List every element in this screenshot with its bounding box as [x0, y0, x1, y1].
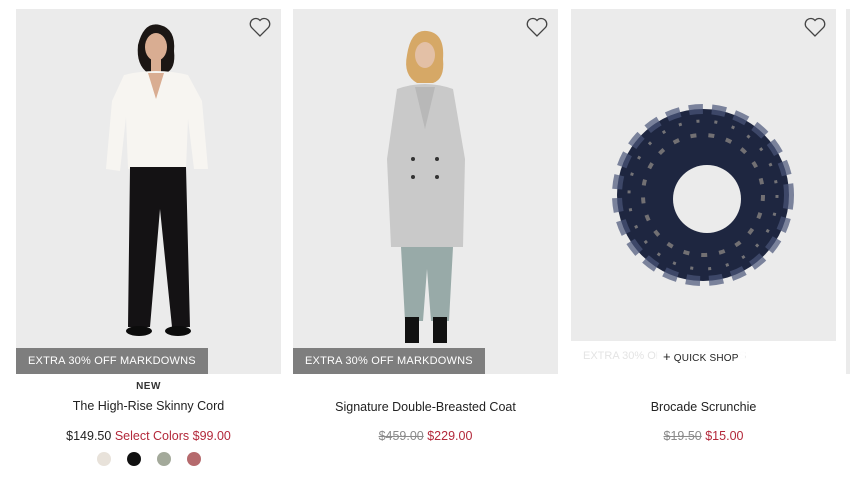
product-name[interactable]: Brocade Scrunchie [571, 400, 836, 414]
swatch-black[interactable] [126, 452, 141, 466]
promo-badge: EXTRA 30% OFF MARKDOWNS [293, 348, 485, 374]
model-photo [16, 9, 281, 374]
swatch-sage[interactable] [156, 452, 171, 466]
product-price: $149.50 Select Colors $99.00 [16, 429, 281, 443]
next-card-edge [846, 9, 850, 374]
wishlist-heart-icon[interactable] [803, 16, 827, 38]
model-photo [293, 9, 558, 374]
new-badge: NEW [136, 381, 161, 392]
price-original: $19.50 [663, 429, 702, 443]
promo-badge: EXTRA 30% OFF MARKDOWNS [16, 348, 208, 374]
swatch-ivory[interactable] [96, 452, 111, 466]
scrunchie-photo [571, 9, 836, 341]
product-card-scrunchie[interactable]: EXTRA 30% OFF MARKDOWNS +QUICK SHOP Broc… [571, 9, 836, 443]
price-sale: $15.00 [705, 429, 744, 443]
plus-icon: + [663, 349, 671, 364]
price-regular: $149.50 [66, 429, 112, 443]
product-card-coat[interactable]: EXTRA 30% OFF MARKDOWNS Signature Double… [293, 9, 558, 443]
wishlist-heart-icon[interactable] [248, 16, 272, 38]
product-card-skinny-cord[interactable]: EXTRA 30% OFF MARKDOWNS NEW The High-Ris… [16, 9, 281, 466]
product-price: $19.50 $15.00 [571, 429, 836, 443]
price-original: $459.00 [378, 429, 424, 443]
product-image[interactable]: EXTRA 30% OFF MARKDOWNS [16, 9, 281, 374]
price-sale: $229.00 [427, 429, 473, 443]
product-image[interactable]: EXTRA 30% OFF MARKDOWNS [293, 9, 558, 374]
color-swatches [16, 452, 281, 466]
quick-shop-button[interactable]: + QUICK SHOP [657, 345, 745, 369]
quick-shop-label: QUICK SHOP [673, 353, 739, 364]
price-sale-note: Select Colors $99.00 [114, 429, 231, 443]
promo-badge-faded: EXTRA 30% OFF MARKDOWNS +QUICK SHOP [571, 341, 836, 374]
swatch-rose[interactable] [186, 452, 201, 466]
product-name[interactable]: The High-Rise Skinny Cord [16, 399, 281, 413]
product-image[interactable] [571, 9, 836, 341]
product-price: $459.00 $229.00 [293, 429, 558, 443]
wishlist-heart-icon[interactable] [525, 16, 549, 38]
product-name[interactable]: Signature Double-Breasted Coat [293, 400, 558, 414]
